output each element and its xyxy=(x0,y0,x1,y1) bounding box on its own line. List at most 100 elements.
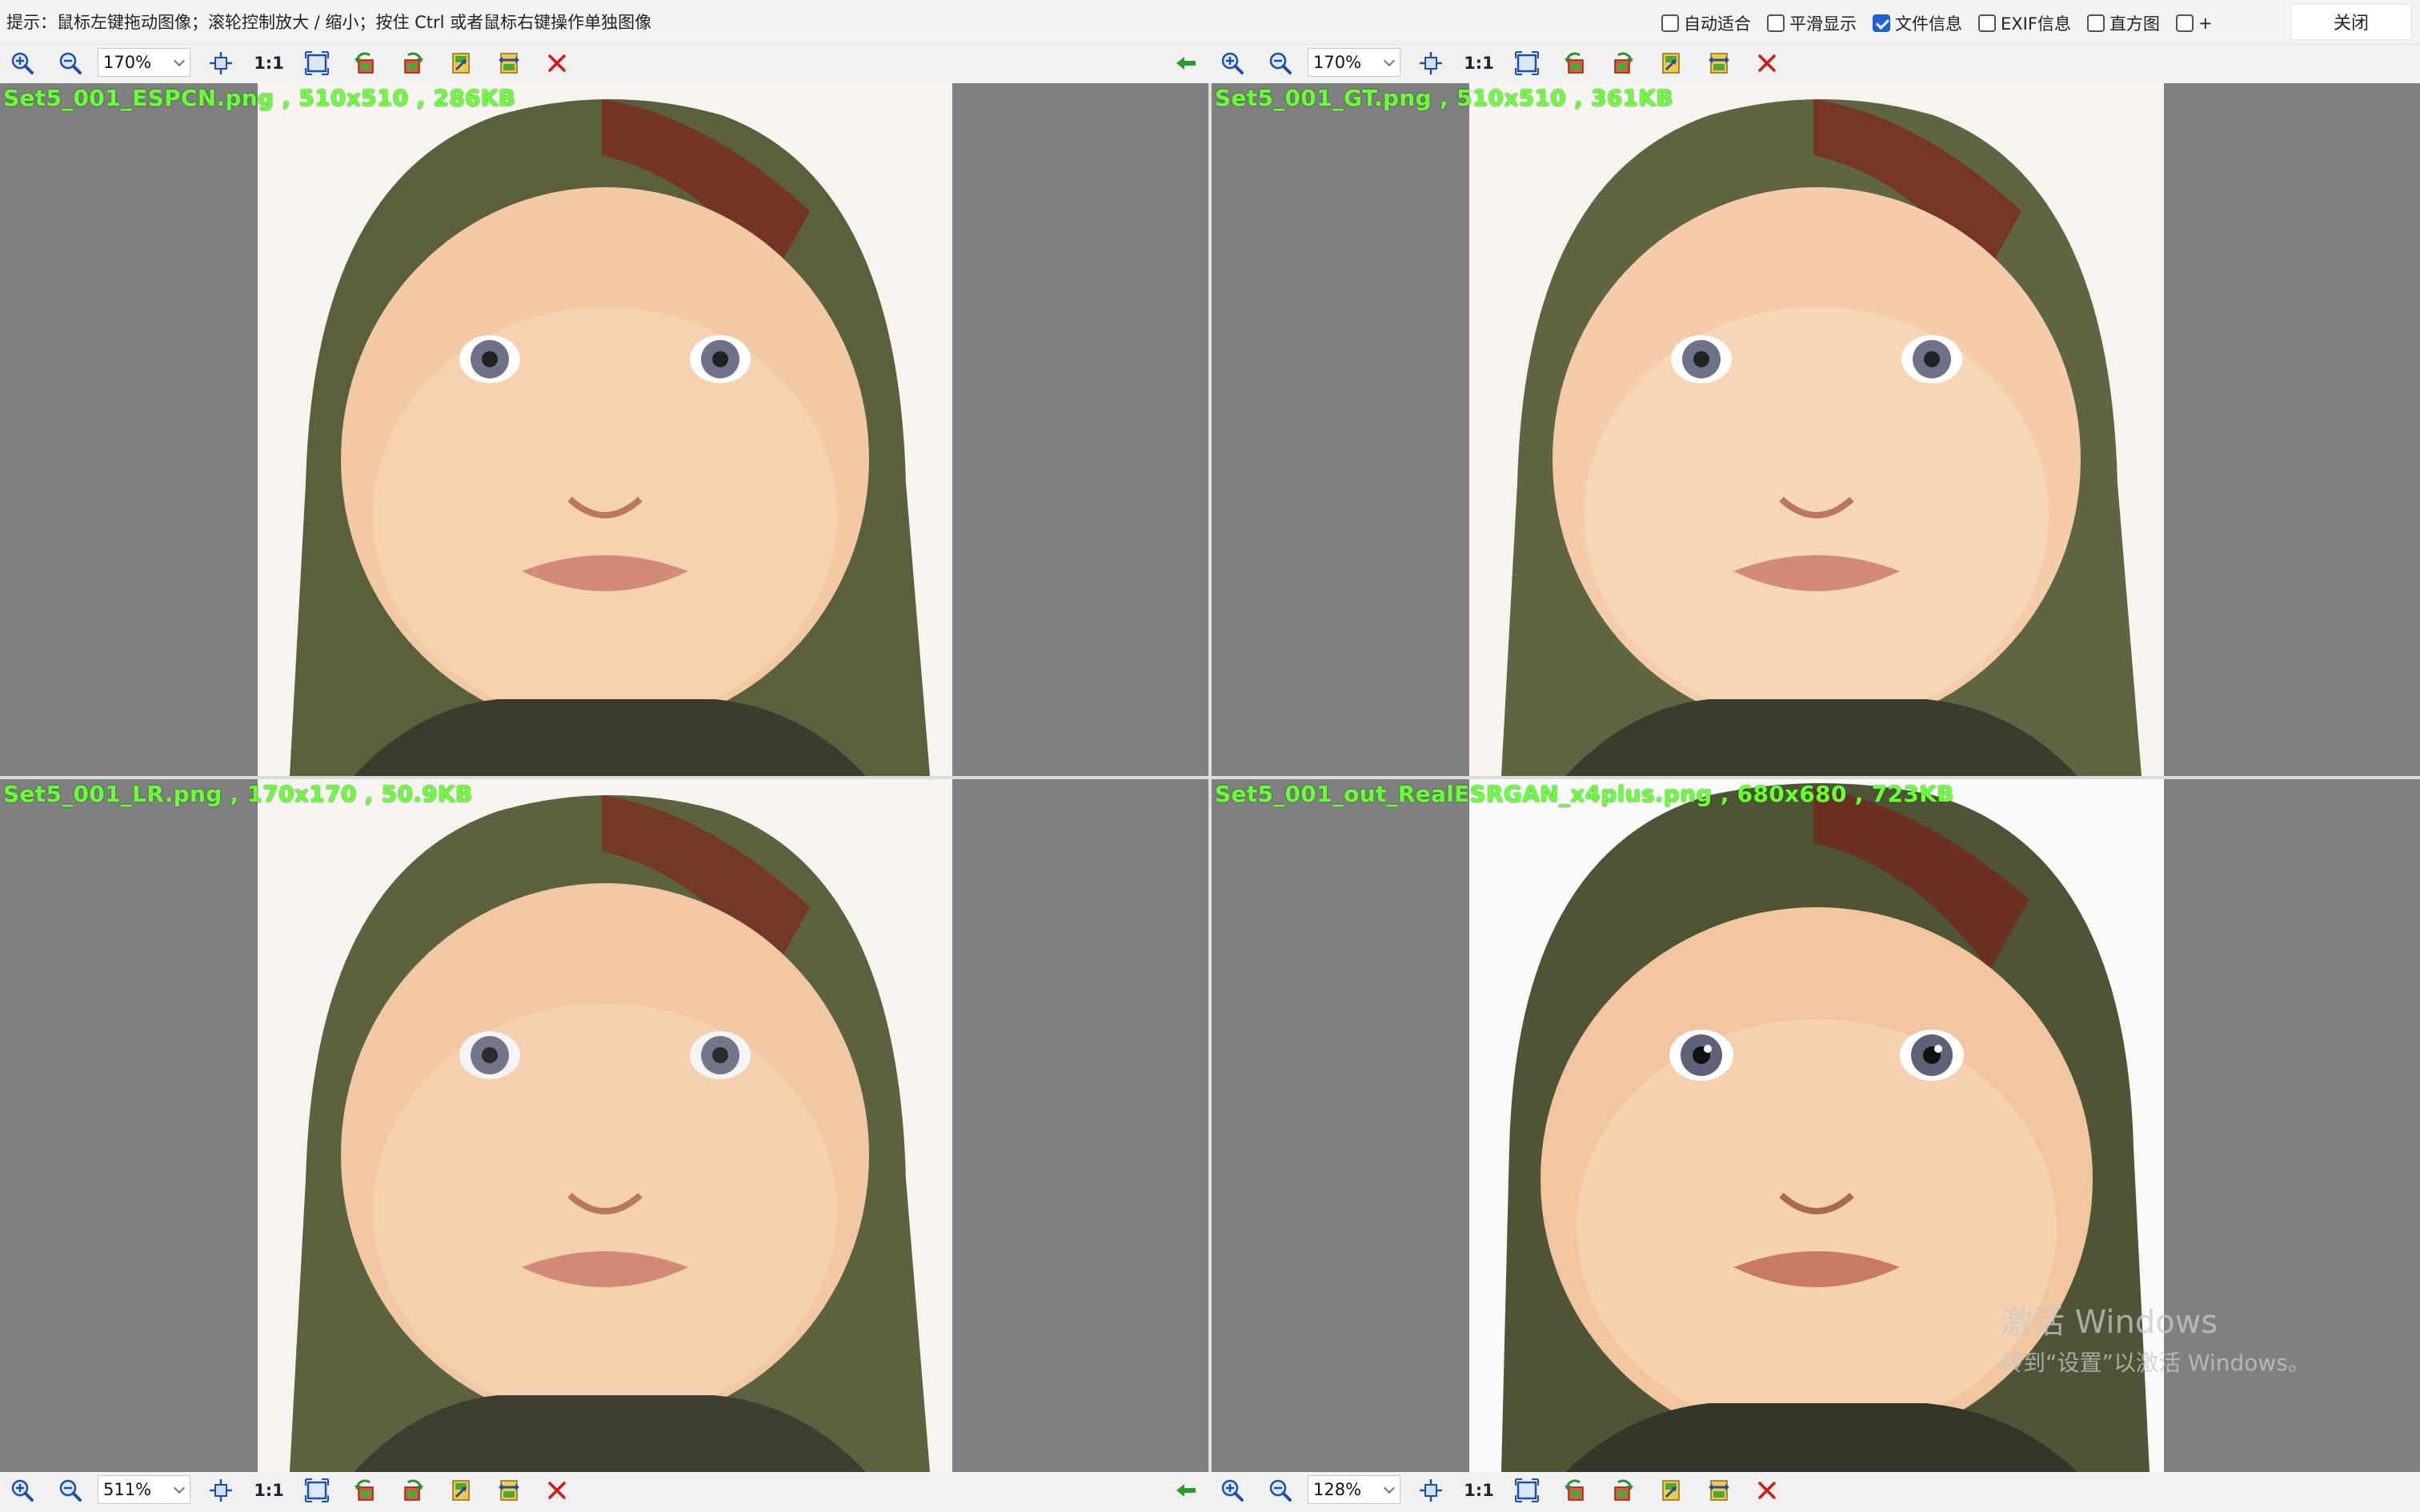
rotate-right-icon[interactable] xyxy=(1609,1476,1637,1505)
histogram-label: 直方图 xyxy=(2109,14,2160,34)
usage-hint: 提示：鼠标左键拖动图像；滚轮控制放大 / 缩小；按住 Ctrl 或者鼠标右键操作… xyxy=(6,13,652,32)
actual-size-button[interactable]: 1:1 xyxy=(1464,1476,1494,1505)
zoom-select[interactable]: 170% xyxy=(98,48,190,77)
zoom-value: 511% xyxy=(103,1480,152,1499)
file-info-label: Set5_001_out_RealESRGAN_x4plus.png , 680… xyxy=(1215,781,1954,807)
baby-photo-lr[interactable] xyxy=(258,779,952,1472)
zoom-value: 170% xyxy=(103,53,152,72)
actual-size-label: 1:1 xyxy=(1464,54,1494,73)
close-button[interactable]: 关闭 xyxy=(2290,3,2412,40)
zoom-out-icon[interactable] xyxy=(1266,49,1295,78)
auto-fit-checkbox[interactable] xyxy=(1661,14,1679,32)
baby-photo-gt[interactable] xyxy=(1469,83,2164,776)
view-options: 自动适合 平滑显示 文件信息 EXIF信息 直方图 + xyxy=(1661,10,2229,36)
close-image-icon[interactable] xyxy=(543,49,571,78)
rotate-left-icon[interactable] xyxy=(351,1476,379,1505)
file-info-option[interactable]: 文件信息 xyxy=(1873,11,1962,35)
histogram-option[interactable]: 直方图 xyxy=(2086,11,2160,35)
fit-window-icon[interactable] xyxy=(1512,1476,1541,1505)
file-info-label: Set5_001_LR.png , 170x170 , 50.9KB xyxy=(3,781,473,807)
flip-horizontal-icon[interactable] xyxy=(495,1476,523,1505)
smooth-display-label: 平滑显示 xyxy=(1789,14,1857,34)
actual-size-button[interactable]: 1:1 xyxy=(1464,49,1494,78)
image-pane-espcn[interactable]: Set5_001_ESPCN.png , 510x510 , 286KB xyxy=(0,83,1208,776)
rotate-right-icon[interactable] xyxy=(399,49,427,78)
actual-size-label: 1:1 xyxy=(1464,1481,1494,1500)
baby-face-image xyxy=(1469,83,2164,776)
plus-label: + xyxy=(2198,14,2213,33)
zoom-select[interactable]: 170% xyxy=(1308,48,1400,77)
zoom-in-icon[interactable] xyxy=(8,49,37,78)
histogram-checkbox[interactable] xyxy=(2086,14,2105,32)
file-info-checkbox[interactable] xyxy=(1873,14,1890,32)
smooth-display-checkbox[interactable] xyxy=(1767,14,1785,32)
flip-horizontal-icon[interactable] xyxy=(1705,49,1733,78)
baby-photo-espcn[interactable] xyxy=(258,83,952,776)
zoom-out-icon[interactable] xyxy=(1266,1476,1295,1505)
toolbar-bottom-left: 511% 1:1 xyxy=(0,1472,1210,1509)
close-image-icon[interactable] xyxy=(1753,1476,1781,1505)
chevron-down-icon xyxy=(173,1482,186,1494)
plus-checkbox[interactable] xyxy=(2175,14,2194,32)
zoom-in-icon[interactable] xyxy=(1218,49,1247,78)
zoom-select[interactable]: 511% xyxy=(98,1475,190,1504)
center-icon[interactable] xyxy=(1416,49,1445,78)
rotate-left-icon[interactable] xyxy=(351,49,379,78)
toolbar-top-right: 170% 1:1 xyxy=(1210,45,2420,82)
exif-info-option[interactable]: EXIF信息 xyxy=(1978,11,2071,35)
auto-fit-option[interactable]: 自动适合 xyxy=(1661,11,1751,35)
rotate-left-icon[interactable] xyxy=(1561,49,1589,78)
flip-vertical-icon[interactable] xyxy=(447,1476,475,1505)
image-pane-gt[interactable]: Set5_001_GT.png , 510x510 , 361KB xyxy=(1212,83,2420,776)
watermark-subtitle: 转到“设置”以激活 Windows。 xyxy=(2001,1350,2310,1376)
center-icon[interactable] xyxy=(206,1476,235,1505)
back-arrow-icon[interactable] xyxy=(1172,49,1200,78)
zoom-value: 128% xyxy=(1313,1480,1362,1499)
rotate-right-icon[interactable] xyxy=(1609,49,1637,78)
actual-size-button[interactable]: 1:1 xyxy=(254,1476,284,1505)
zoom-out-icon[interactable] xyxy=(56,49,85,78)
exif-info-checkbox[interactable] xyxy=(1978,14,1996,32)
exif-info-label: EXIF信息 xyxy=(2001,14,2071,34)
flip-vertical-icon[interactable] xyxy=(1657,1476,1685,1505)
rotate-right-icon[interactable] xyxy=(399,1476,427,1505)
zoom-out-icon[interactable] xyxy=(56,1476,85,1505)
chevron-down-icon xyxy=(173,54,186,67)
close-image-icon[interactable] xyxy=(543,1476,571,1505)
fit-window-icon[interactable] xyxy=(1512,49,1541,78)
fit-window-icon[interactable] xyxy=(302,49,331,78)
auto-fit-label: 自动适合 xyxy=(1684,14,1751,34)
baby-face-image xyxy=(258,779,952,1472)
actual-size-button[interactable]: 1:1 xyxy=(254,49,284,78)
baby-face-image xyxy=(258,83,952,776)
chevron-down-icon xyxy=(1383,1482,1396,1494)
close-image-icon[interactable] xyxy=(1753,49,1781,78)
top-bar: 提示：鼠标左键拖动图像；滚轮控制放大 / 缩小；按住 Ctrl 或者鼠标右键操作… xyxy=(0,0,2420,45)
windows-activation-watermark: 激活 Windows 转到“设置”以激活 Windows。 xyxy=(2001,1296,2310,1378)
chevron-down-icon xyxy=(1383,54,1396,67)
zoom-value: 170% xyxy=(1313,53,1362,72)
file-info-label: Set5_001_ESPCN.png , 510x510 , 286KB xyxy=(3,85,516,111)
image-pane-lr[interactable]: Set5_001_LR.png , 170x170 , 50.9KB xyxy=(0,779,1208,1472)
file-info-label: 文件信息 xyxy=(1895,14,1962,34)
flip-horizontal-icon[interactable] xyxy=(1705,1476,1733,1505)
flip-vertical-icon[interactable] xyxy=(447,49,475,78)
zoom-select[interactable]: 128% xyxy=(1308,1475,1400,1504)
flip-vertical-icon[interactable] xyxy=(1657,49,1685,78)
horizontal-splitter[interactable] xyxy=(0,776,2420,779)
back-arrow-icon[interactable] xyxy=(1172,1476,1200,1505)
center-icon[interactable] xyxy=(206,49,235,78)
fit-window-icon[interactable] xyxy=(302,1476,331,1505)
toolbar-top-left: 170% 1:1 xyxy=(0,45,1210,82)
rotate-left-icon[interactable] xyxy=(1561,1476,1589,1505)
plus-option[interactable]: + xyxy=(2175,14,2213,33)
file-info-label: Set5_001_GT.png , 510x510 , 361KB xyxy=(1215,85,1674,111)
flip-horizontal-icon[interactable] xyxy=(495,49,523,78)
smooth-display-option[interactable]: 平滑显示 xyxy=(1767,11,1857,35)
zoom-in-icon[interactable] xyxy=(1218,1476,1247,1505)
watermark-title: 激活 Windows xyxy=(2001,1304,2218,1341)
center-icon[interactable] xyxy=(1416,1476,1445,1505)
zoom-in-icon[interactable] xyxy=(8,1476,37,1505)
actual-size-label: 1:1 xyxy=(254,1481,284,1500)
toolbar-bottom-right: 128% 1:1 xyxy=(1210,1472,2420,1509)
